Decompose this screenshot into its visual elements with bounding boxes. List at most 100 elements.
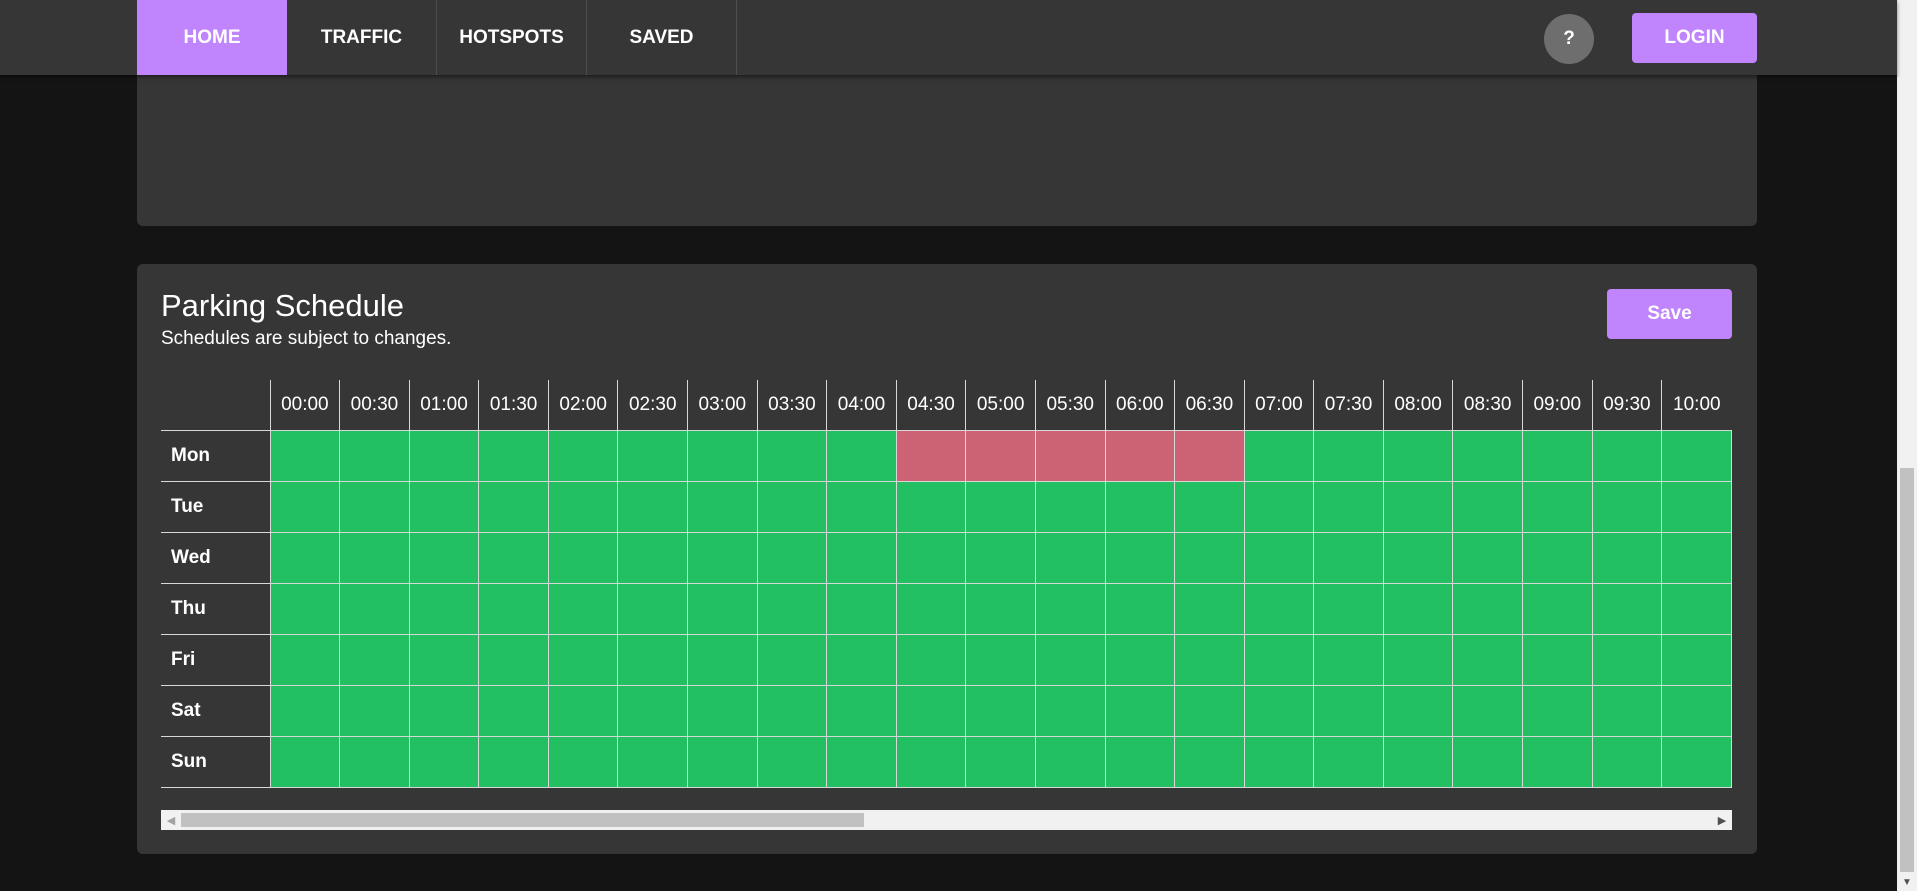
slot-available[interactable]: [1104, 735, 1176, 788]
slot-available[interactable]: [408, 735, 480, 788]
slot-available[interactable]: [1591, 633, 1663, 686]
slot-available[interactable]: [617, 684, 689, 737]
slot-available[interactable]: [1521, 735, 1593, 788]
slot-available[interactable]: [1313, 429, 1384, 482]
slot-available[interactable]: [1661, 531, 1732, 584]
slot-available[interactable]: [408, 429, 480, 482]
slot-available[interactable]: [826, 735, 897, 788]
slot-available[interactable]: [617, 429, 689, 482]
slot-available[interactable]: [756, 429, 828, 482]
slot-available[interactable]: [617, 480, 689, 533]
slot-available[interactable]: [1591, 735, 1663, 788]
slot-available[interactable]: [1521, 531, 1593, 584]
slot-available[interactable]: [1243, 582, 1315, 635]
slot-unavailable[interactable]: [1104, 429, 1176, 482]
horizontal-scrollbar[interactable]: ◀ ▶: [161, 810, 1732, 830]
slot-available[interactable]: [687, 480, 758, 533]
slot-available[interactable]: [1243, 633, 1315, 686]
arrow-right-icon[interactable]: ▶: [1712, 810, 1732, 830]
slot-available[interactable]: [687, 633, 758, 686]
slot-available[interactable]: [339, 480, 410, 533]
slot-available[interactable]: [617, 735, 689, 788]
slot-available[interactable]: [1382, 633, 1454, 686]
slot-available[interactable]: [1591, 480, 1663, 533]
slot-available[interactable]: [756, 480, 828, 533]
slot-unavailable[interactable]: [895, 429, 967, 482]
slot-available[interactable]: [965, 684, 1036, 737]
slot-available[interactable]: [1661, 480, 1732, 533]
slot-available[interactable]: [1521, 480, 1593, 533]
horizontal-scroll-thumb[interactable]: [181, 813, 864, 827]
slot-available[interactable]: [1034, 684, 1106, 737]
slot-available[interactable]: [547, 582, 619, 635]
slot-available[interactable]: [965, 633, 1036, 686]
slot-available[interactable]: [478, 582, 549, 635]
slot-available[interactable]: [1661, 735, 1732, 788]
slot-available[interactable]: [339, 735, 410, 788]
schedule-grid-viewport[interactable]: 00:00 00:30 01:00 01:30 02:00 02:30 03:00 03:30…: [161, 380, 1732, 790]
slot-available[interactable]: [1382, 531, 1454, 584]
slot-available[interactable]: [1104, 582, 1176, 635]
slot-available[interactable]: [269, 480, 341, 533]
slot-available[interactable]: [617, 633, 689, 686]
slot-available[interactable]: [1104, 684, 1176, 737]
slot-available[interactable]: [1452, 531, 1523, 584]
slot-available[interactable]: [547, 633, 619, 686]
slot-available[interactable]: [408, 684, 480, 737]
slot-available[interactable]: [895, 531, 967, 584]
slot-available[interactable]: [1382, 480, 1454, 533]
slot-available[interactable]: [478, 480, 549, 533]
slot-available[interactable]: [1382, 582, 1454, 635]
vertical-scroll-thumb[interactable]: [1900, 468, 1914, 872]
slot-available[interactable]: [269, 735, 341, 788]
slot-available[interactable]: [1521, 633, 1593, 686]
slot-available[interactable]: [1382, 735, 1454, 788]
slot-available[interactable]: [1174, 480, 1245, 533]
slot-available[interactable]: [895, 582, 967, 635]
slot-available[interactable]: [478, 633, 549, 686]
slot-available[interactable]: [826, 429, 897, 482]
slot-available[interactable]: [826, 480, 897, 533]
slot-available[interactable]: [1174, 531, 1245, 584]
slot-available[interactable]: [1452, 633, 1523, 686]
slot-available[interactable]: [547, 531, 619, 584]
slot-available[interactable]: [1034, 633, 1106, 686]
slot-available[interactable]: [1452, 429, 1523, 482]
slot-available[interactable]: [1661, 684, 1732, 737]
slot-available[interactable]: [756, 531, 828, 584]
slot-available[interactable]: [408, 480, 480, 533]
slot-available[interactable]: [339, 633, 410, 686]
slot-available[interactable]: [408, 633, 480, 686]
slot-available[interactable]: [1382, 684, 1454, 737]
slot-available[interactable]: [826, 633, 897, 686]
slot-available[interactable]: [617, 582, 689, 635]
slot-available[interactable]: [965, 582, 1036, 635]
slot-available[interactable]: [756, 735, 828, 788]
slot-available[interactable]: [408, 582, 480, 635]
slot-available[interactable]: [339, 429, 410, 482]
slot-available[interactable]: [965, 480, 1036, 533]
slot-available[interactable]: [1034, 735, 1106, 788]
slot-available[interactable]: [1591, 429, 1663, 482]
save-button[interactable]: Save: [1607, 289, 1732, 339]
slot-available[interactable]: [687, 582, 758, 635]
help-button[interactable]: ?: [1544, 14, 1594, 64]
slot-unavailable[interactable]: [965, 429, 1036, 482]
slot-available[interactable]: [269, 531, 341, 584]
slot-available[interactable]: [269, 582, 341, 635]
slot-available[interactable]: [895, 480, 967, 533]
arrow-down-icon[interactable]: ▼: [1897, 874, 1917, 891]
arrow-left-icon[interactable]: ◀: [161, 810, 181, 830]
slot-available[interactable]: [687, 429, 758, 482]
slot-available[interactable]: [965, 531, 1036, 584]
slot-available[interactable]: [547, 480, 619, 533]
slot-unavailable[interactable]: [1174, 429, 1245, 482]
nav-saved[interactable]: SAVED: [587, 0, 737, 75]
slot-available[interactable]: [1034, 480, 1106, 533]
slot-available[interactable]: [756, 582, 828, 635]
slot-available[interactable]: [1452, 735, 1523, 788]
vertical-scrollbar[interactable]: ▼: [1897, 0, 1917, 891]
slot-available[interactable]: [1104, 480, 1176, 533]
slot-available[interactable]: [1313, 531, 1384, 584]
slot-available[interactable]: [687, 531, 758, 584]
